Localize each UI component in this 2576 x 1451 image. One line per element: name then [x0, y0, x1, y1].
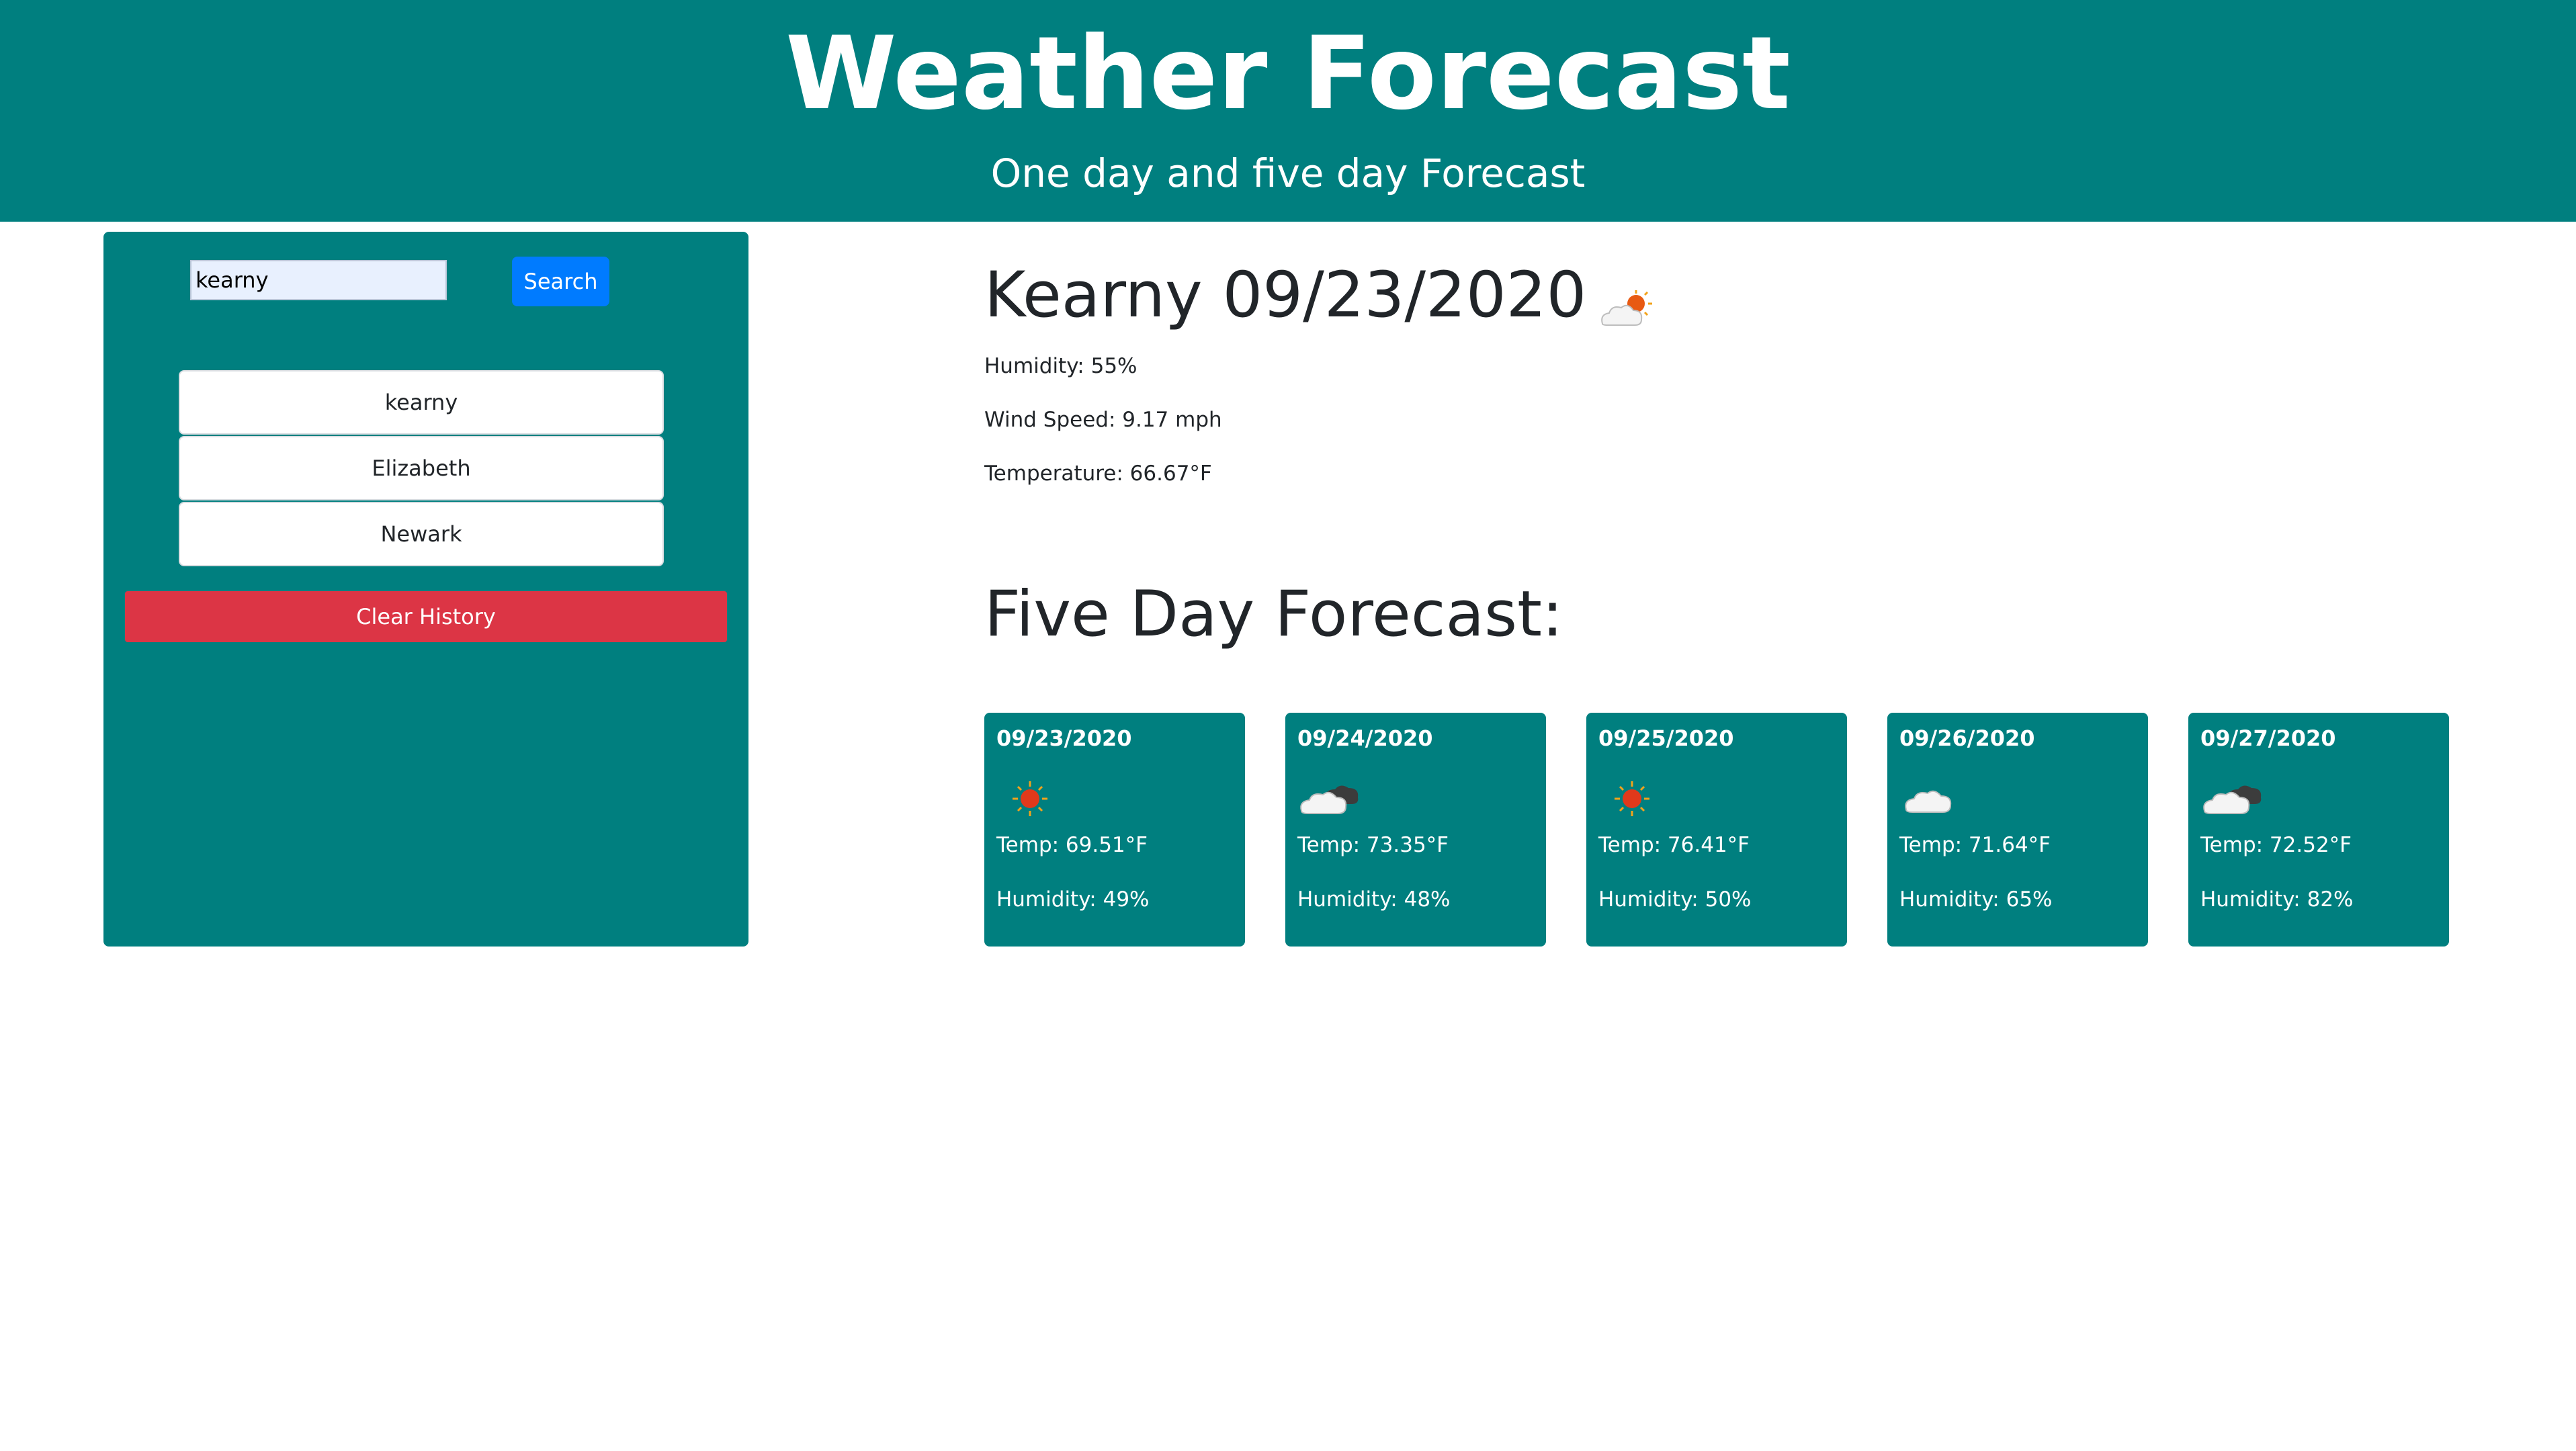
- sun-icon: [1598, 772, 1666, 826]
- current-humidity: Humidity: 55%: [984, 354, 1137, 378]
- cloud-icon: [1899, 772, 1967, 826]
- forecast-date: 09/23/2020: [996, 726, 1132, 751]
- forecast-card-day-5: 09/27/2020 Temp: 72.52°F Humidity: 82%: [2188, 713, 2449, 947]
- forecast-humidity: Humidity: 65%: [1899, 887, 2053, 912]
- search-button[interactable]: Search: [512, 257, 609, 306]
- city-search-input[interactable]: [190, 260, 447, 300]
- forecast-card-day-4: 09/26/2020 Temp: 71.64°F Humidity: 65%: [1887, 713, 2148, 947]
- forecast-humidity: Humidity: 82%: [2200, 887, 2354, 912]
- forecast-date: 09/24/2020: [1297, 726, 1433, 751]
- clear-history-button[interactable]: Clear History: [125, 591, 727, 642]
- forecast-temp: Temp: 73.35°F: [1297, 833, 1449, 857]
- forecast-date: 09/27/2020: [2200, 726, 2336, 751]
- broken-clouds-icon: [1297, 772, 1365, 826]
- current-weather: Kearny 09/23/2020 Humidity: 55% Wind Spe…: [984, 255, 2462, 486]
- forecast-card-day-2: 09/24/2020 Temp: 73.35°F Humidity: 48%: [1285, 713, 1546, 947]
- forecast-card-day-1: 09/23/2020 Temp: 69.51°F Humidity: 49%: [984, 713, 1245, 947]
- search-sidebar: Search kearny Elizabeth Newark Clear His…: [103, 232, 748, 947]
- forecast-humidity: Humidity: 50%: [1598, 887, 1752, 912]
- forecast-date: 09/26/2020: [1899, 726, 2035, 751]
- few-clouds-icon: [1594, 272, 1655, 326]
- sun-icon: [996, 772, 1064, 826]
- search-history-list: kearny Elizabeth Newark: [179, 370, 664, 568]
- forecast-card-day-3: 09/25/2020 Temp: 76.41°F Humidity: 50%: [1586, 713, 1847, 947]
- page-subtitle: One day and five day Forecast: [990, 150, 1586, 196]
- current-weather-heading: Kearny 09/23/2020: [984, 255, 2462, 336]
- forecast-humidity: Humidity: 48%: [1297, 887, 1451, 912]
- forecast-temp: Temp: 71.64°F: [1899, 833, 2051, 857]
- current-wind-speed: Wind Speed: 9.17 mph: [984, 408, 1222, 432]
- forecast-temp: Temp: 69.51°F: [996, 833, 1148, 857]
- forecast-date: 09/25/2020: [1598, 726, 1734, 751]
- forecast-humidity: Humidity: 49%: [996, 887, 1150, 912]
- page-header: Weather Forecast One day and five day Fo…: [0, 0, 2576, 222]
- current-temperature: Temperature: 66.67°F: [984, 461, 1212, 486]
- forecast-temp: Temp: 76.41°F: [1598, 833, 1750, 857]
- history-item-newark[interactable]: Newark: [179, 502, 664, 566]
- five-day-title: Five Day Forecast:: [984, 578, 1563, 651]
- broken-clouds-icon: [2200, 772, 2268, 826]
- city-date-title: Kearny 09/23/2020: [984, 259, 1587, 332]
- history-item-elizabeth[interactable]: Elizabeth: [179, 436, 664, 500]
- history-item-kearny[interactable]: kearny: [179, 370, 664, 435]
- forecast-temp: Temp: 72.52°F: [2200, 833, 2352, 857]
- page-title: Weather Forecast: [785, 15, 1791, 132]
